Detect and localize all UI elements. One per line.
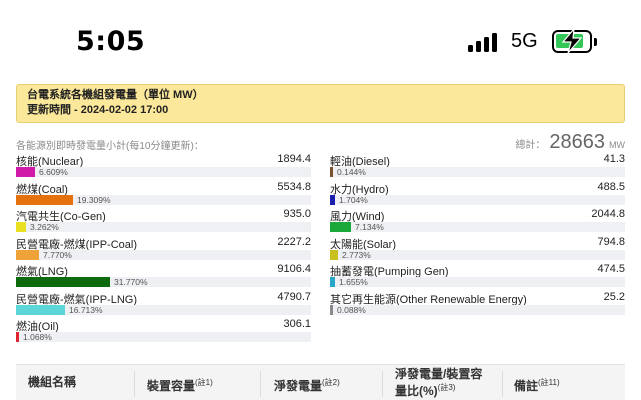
energy-value: 935.0 (283, 208, 311, 220)
column-divider (260, 371, 261, 397)
energy-item: 燃氣(LNG) 9106.4 31.770% (16, 263, 311, 291)
energy-bar-track: 1.704% (330, 194, 625, 205)
subtotal-caption: 各能源別即時發電量小計(每10分鐘更新)： (16, 141, 204, 152)
energy-bar-track: 1.655% (330, 277, 625, 287)
energy-bar-track: 6.609% (16, 167, 311, 177)
energy-value: 41.3 (603, 153, 625, 165)
energy-item: 燃油(Oil) 306.1 1.068% (16, 318, 311, 346)
energy-value: 474.5 (597, 263, 625, 275)
total-label: 總計： (515, 140, 546, 151)
total-generation: 總計： 28663 MW (515, 131, 625, 154)
energy-item: 民營電廠-燃氣(IPP-LNG) 4790.7 16.713% (16, 291, 311, 319)
col-net-generation: 淨發電量(註2) (274, 376, 340, 393)
energy-percent: 1.068% (23, 332, 52, 342)
energy-bar (330, 194, 335, 205)
header-title: 台電系統各機組發電量（單位 MW） (27, 89, 204, 101)
energy-item: 太陽能(Solar) 794.8 2.773% (330, 236, 625, 264)
energy-value: 306.1 (283, 318, 311, 330)
energy-value: 2227.2 (277, 235, 311, 248)
energy-bar-track: 31.770% (16, 277, 311, 287)
energy-bar (16, 304, 65, 315)
cellular-signal-icon (468, 32, 502, 52)
unit-table-header: 機組名稱 裝置容量(註1) 淨發電量(註2) 淨發電量/裝置容 量比(%)(註3)… (16, 364, 625, 400)
battery-tip (594, 38, 597, 46)
energy-percent: 1.655% (339, 277, 368, 287)
col-net-generation-note: (註2) (322, 378, 340, 387)
energy-percent: 7.770% (43, 249, 72, 260)
energy-bar (16, 194, 73, 205)
energy-bar (16, 277, 110, 287)
energy-percent: 31.770% (114, 277, 148, 287)
energy-bar (16, 222, 26, 232)
energy-bar-track: 2.773% (330, 249, 625, 260)
energy-item: 汽電共生(Co-Gen) 935.0 3.262% (16, 208, 311, 236)
col-net-generation-label: 淨發電量 (274, 379, 323, 393)
update-time: 更新時間 - 2024-02-02 17:00 (27, 104, 169, 116)
energy-percent: 3.262% (30, 222, 59, 232)
col-ratio-line1: 淨發電量/裝置容 (395, 367, 483, 381)
energy-percent: 0.144% (337, 167, 366, 177)
energy-percent: 6.609% (39, 167, 68, 177)
status-bar: 5:05 5G (0, 0, 641, 72)
energy-value: 2044.8 (591, 208, 625, 220)
energy-bar-track: 0.144% (330, 167, 625, 177)
energy-value: 25.2 (603, 290, 625, 303)
col-capacity-label: 裝置容量 (147, 379, 196, 393)
total-value: 28663 (549, 131, 605, 153)
col-remarks-label: 備註 (514, 379, 539, 393)
energy-bar-track: 1.068% (16, 332, 311, 342)
energy-item: 核能(Nuclear) 1894.4 6.609% (16, 153, 311, 181)
energy-value: 1894.4 (277, 153, 311, 165)
energy-percent: 19.309% (77, 194, 111, 205)
col-ratio-line2: 量比(%) (395, 384, 438, 398)
col-ratio: 淨發電量/裝置容 量比(%)(註3) (395, 368, 482, 398)
energy-item: 水力(Hydro) 488.5 1.704% (330, 181, 625, 209)
energy-bar-track: 7.770% (16, 249, 311, 260)
energy-value: 794.8 (597, 235, 625, 248)
energy-bar (330, 277, 335, 287)
energy-bar (330, 304, 333, 315)
energy-bar-track: 3.262% (16, 222, 311, 232)
energy-bar (16, 332, 19, 342)
energy-percent: 0.088% (337, 304, 366, 315)
header-notice: 台電系統各機組發電量（單位 MW） 更新時間 - 2024-02-02 17:0… (16, 84, 625, 123)
energy-bar (330, 167, 333, 177)
col-ratio-note: (註3) (437, 383, 456, 392)
total-unit: MW (609, 140, 625, 150)
col-remarks: 備註(註11) (514, 376, 560, 393)
col-capacity-note: (註1) (195, 378, 213, 387)
column-divider (134, 371, 135, 397)
column-divider (502, 371, 503, 397)
energy-bar-track: 16.713% (16, 304, 311, 315)
network-type: 5G (511, 30, 538, 52)
energy-value: 4790.7 (277, 290, 311, 303)
energy-percent: 7.134% (355, 222, 384, 232)
energy-item: 燃煤(Coal) 5534.8 19.309% (16, 181, 311, 209)
energy-bar (330, 249, 338, 260)
energy-item: 其它再生能源(Other Renewable Energy) 25.2 0.088% (330, 291, 625, 319)
energy-bar-track: 7.134% (330, 222, 625, 232)
energy-percent: 1.704% (339, 194, 368, 205)
energy-bar-track: 0.088% (330, 304, 625, 315)
energy-item: 抽蓄發電(Pumping Gen) 474.5 1.655% (330, 263, 625, 291)
energy-bar (16, 167, 35, 177)
energy-value: 488.5 (597, 180, 625, 193)
energy-bar (330, 222, 351, 232)
col-capacity: 裝置容量(註1) (147, 376, 213, 393)
battery-charging-icon (552, 29, 592, 53)
clock: 5:05 (76, 26, 146, 57)
energy-percent: 16.713% (69, 304, 103, 315)
energy-value: 9106.4 (277, 263, 311, 275)
column-divider (382, 371, 383, 397)
energy-value: 5534.8 (277, 180, 311, 193)
col-unit-name: 機組名稱 (28, 375, 77, 389)
col-remarks-note: (註11) (538, 378, 560, 387)
energy-bar (16, 249, 39, 260)
energy-bar-track: 19.309% (16, 194, 311, 205)
energy-item: 輕油(Diesel) 41.3 0.144% (330, 153, 625, 181)
energy-item: 風力(Wind) 2044.8 7.134% (330, 208, 625, 236)
energy-percent: 2.773% (342, 249, 371, 260)
energy-item: 民營電廠-燃煤(IPP-Coal) 2227.2 7.770% (16, 236, 311, 264)
